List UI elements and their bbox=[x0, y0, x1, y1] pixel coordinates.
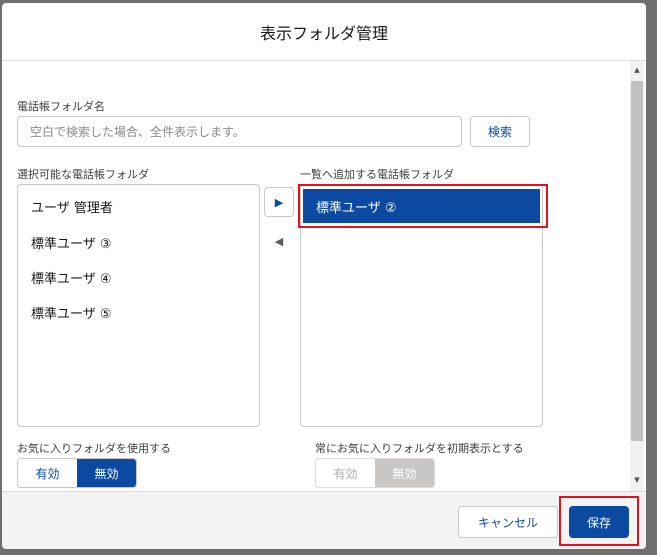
modal-scrollbar[interactable]: ▲ ▼ bbox=[630, 61, 644, 491]
scroll-thumb[interactable] bbox=[631, 81, 643, 441]
available-folder-item[interactable]: 標準ユーザ ③ bbox=[18, 225, 259, 259]
modal-body: 電話帳フォルダ名 検索 選択可能な電話帳フォルダ ユーザ 管理者 標準ユーザ ③… bbox=[2, 61, 646, 491]
modal-footer: キャンセル 保存 bbox=[2, 491, 646, 549]
selected-folders-listbox: 標準ユーザ ② bbox=[300, 184, 543, 427]
display-folder-modal: 表示フォルダ管理 電話帳フォルダ名 検索 選択可能な電話帳フォルダ ユーザ 管理… bbox=[2, 3, 646, 549]
search-button[interactable]: 検索 bbox=[470, 116, 530, 147]
available-folders-listbox: ユーザ 管理者 標準ユーザ ③ 標準ユーザ ④ 標準ユーザ ⑤ bbox=[17, 184, 260, 427]
selected-folders-label: 一覧へ追加する電話帳フォルダ bbox=[300, 168, 454, 181]
search-label: 電話帳フォルダ名 bbox=[17, 100, 105, 113]
favorites-label: お気に入りフォルダを使用する bbox=[17, 442, 171, 455]
move-right-button[interactable]: ▶ bbox=[264, 187, 294, 217]
folder-search-input[interactable] bbox=[17, 116, 462, 147]
favorites-default-toggle: 有効 無効 bbox=[315, 458, 435, 488]
arrow-left-icon: ◀ bbox=[274, 234, 284, 248]
cancel-button[interactable]: キャンセル bbox=[458, 506, 558, 538]
arrow-right-icon: ▶ bbox=[274, 195, 284, 209]
available-folder-item[interactable]: 標準ユーザ ④ bbox=[18, 260, 259, 294]
favorites-default-disable-option: 無効 bbox=[375, 459, 434, 487]
available-folders-label: 選択可能な電話帳フォルダ bbox=[17, 168, 149, 181]
favorites-enable-option[interactable]: 有効 bbox=[18, 459, 77, 487]
favorites-toggle: 有効 無効 bbox=[17, 458, 137, 488]
move-left-button[interactable]: ◀ bbox=[264, 226, 294, 256]
favorites-default-label: 常にお気に入りフォルダを初期表示とする bbox=[315, 442, 524, 455]
selected-folder-item[interactable]: 標準ユーザ ② bbox=[303, 189, 540, 223]
available-folder-item[interactable]: ユーザ 管理者 bbox=[18, 189, 259, 223]
save-button[interactable]: 保存 bbox=[569, 506, 629, 538]
modal-title: 表示フォルダ管理 bbox=[259, 23, 388, 43]
available-folder-item[interactable]: 標準ユーザ ⑤ bbox=[18, 295, 259, 329]
favorites-disable-option[interactable]: 無効 bbox=[77, 459, 136, 487]
favorites-default-enable-option: 有効 bbox=[316, 459, 375, 487]
scroll-up-icon[interactable]: ▲ bbox=[630, 63, 644, 77]
scroll-down-icon[interactable]: ▼ bbox=[630, 473, 644, 487]
modal-header: 表示フォルダ管理 bbox=[2, 3, 646, 61]
